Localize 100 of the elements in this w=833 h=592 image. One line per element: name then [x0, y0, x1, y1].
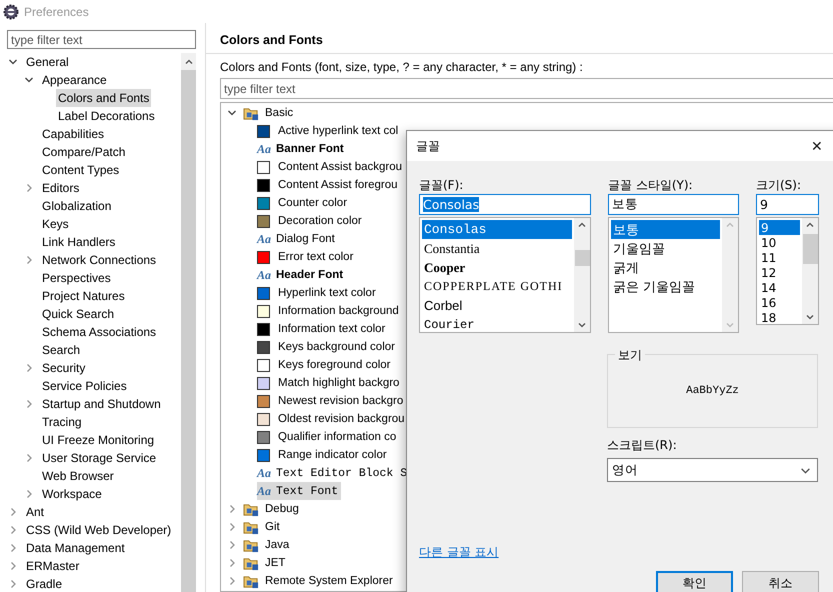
tree-item[interactable]: Security	[40, 359, 88, 377]
font-option[interactable]: COPPERPLATE GOTHI	[422, 277, 572, 296]
ok-button[interactable]: 확인	[656, 571, 733, 592]
style-field[interactable]: 보통	[608, 194, 739, 215]
tree-item[interactable]: Header Font	[276, 269, 344, 281]
expand-icon[interactable]	[8, 579, 18, 589]
tree-item[interactable]: JET	[263, 554, 288, 572]
tree-item[interactable]: Keys background color	[278, 341, 395, 353]
style-option[interactable]: 굵은 기울임꼴	[611, 277, 720, 296]
tree-item[interactable]: Editors	[40, 179, 82, 197]
expand-icon[interactable]	[227, 576, 237, 586]
tree-item[interactable]: Hyperlink text color	[278, 287, 376, 299]
tree-item[interactable]: Java	[263, 536, 292, 554]
tree-item[interactable]: Workspace	[40, 485, 104, 503]
style-option[interactable]: 굵게	[611, 258, 720, 277]
tree-item[interactable]: Decoration color	[278, 215, 362, 227]
cancel-button[interactable]: 취소	[742, 571, 819, 592]
tree-item[interactable]: Newest revision backgro	[278, 395, 404, 407]
tree-item[interactable]: Banner Font	[276, 143, 344, 155]
expand-icon[interactable]	[24, 399, 34, 409]
tree-item[interactable]: Content Assist backgrou	[278, 161, 402, 173]
script-dropdown[interactable]: 영어	[607, 458, 818, 482]
collapse-icon[interactable]	[8, 57, 18, 67]
tree-item[interactable]: Appearance	[40, 71, 109, 89]
size-option[interactable]: 12	[759, 265, 800, 280]
tree-item[interactable]: Link Handlers	[40, 233, 118, 251]
scroll-down-icon[interactable]	[577, 320, 587, 330]
expand-icon[interactable]	[227, 522, 237, 532]
tree-item[interactable]: Keys foreground color	[278, 359, 391, 371]
tree-item[interactable]: Network Connections	[40, 251, 158, 269]
expand-icon[interactable]	[8, 561, 18, 571]
expand-icon[interactable]	[24, 183, 34, 193]
tree-item[interactable]: Information background	[278, 305, 399, 317]
size-option[interactable]: 14	[759, 280, 800, 295]
tree-item[interactable]: Match highlight backgro	[278, 377, 400, 389]
tree-item[interactable]: Error text color	[278, 251, 354, 263]
tree-item[interactable]: UI Freeze Monitoring	[40, 431, 156, 449]
tree-item[interactable]: Tracing	[40, 413, 84, 431]
font-field[interactable]: Consolas	[419, 194, 591, 215]
expand-icon[interactable]	[227, 558, 237, 568]
font-option[interactable]: Constantia	[422, 239, 572, 258]
tree-item[interactable]: ERMaster	[24, 557, 82, 575]
tree-item[interactable]: General	[24, 53, 71, 71]
scroll-thumb[interactable]	[802, 234, 818, 264]
size-option[interactable]: 9	[759, 220, 800, 235]
style-option[interactable]: 보통	[611, 220, 720, 239]
tree-item[interactable]: Perspectives	[40, 269, 113, 287]
filter-field[interactable]: type filter text	[7, 30, 196, 49]
scroll-thumb[interactable]	[574, 250, 590, 266]
tree-item[interactable]: Active hyperlink text col	[278, 125, 398, 137]
tree-item[interactable]: Content Types	[40, 161, 122, 179]
scrollbar[interactable]	[802, 218, 818, 324]
expand-icon[interactable]	[24, 363, 34, 373]
tree-item[interactable]: Startup and Shutdown	[40, 395, 163, 413]
font-option[interactable]: Consolas	[422, 220, 572, 239]
scroll-down-icon[interactable]	[805, 312, 815, 322]
font-option[interactable]: Cooper	[422, 258, 572, 277]
tree-item[interactable]: Remote System Explorer	[263, 572, 395, 590]
tree-item[interactable]: Label Decorations	[56, 107, 157, 125]
tree-item[interactable]: Dialog Font	[276, 233, 335, 245]
tree-item[interactable]: Globalization	[40, 197, 114, 215]
tree-item[interactable]: Gradle	[24, 575, 64, 592]
tree-item[interactable]: Counter color	[278, 197, 348, 209]
size-option[interactable]: 16	[759, 295, 800, 310]
font-option[interactable]: Courier	[422, 315, 572, 332]
tree-item[interactable]: Colors and Fonts	[56, 89, 152, 107]
tree-item[interactable]: Quick Search	[40, 305, 116, 323]
tree-item[interactable]: Compare/Patch	[40, 143, 128, 161]
tree-item[interactable]: Content Assist foregrou	[278, 179, 398, 191]
expand-icon[interactable]	[8, 525, 18, 535]
tree-item[interactable]: Ant	[24, 503, 46, 521]
tree-item[interactable]: User Storage Service	[40, 449, 158, 467]
tree-item[interactable]: Keys	[40, 215, 71, 233]
expand-icon[interactable]	[24, 489, 34, 499]
tree-item[interactable]: Range indicator color	[278, 449, 387, 461]
font-option[interactable]: Corbel	[422, 296, 572, 315]
scrollbar[interactable]	[574, 218, 590, 332]
tree-item[interactable]: Qualifier information co	[278, 431, 396, 443]
size-option[interactable]: 10	[759, 235, 800, 250]
tree-item[interactable]: Git	[263, 518, 282, 536]
expand-icon[interactable]	[24, 453, 34, 463]
tree-item[interactable]: Schema Associations	[40, 323, 158, 341]
tree-item[interactable]: Capabilities	[40, 125, 106, 143]
expand-icon[interactable]	[227, 540, 237, 550]
tree-item[interactable]: Search	[40, 341, 82, 359]
expand-icon[interactable]	[8, 507, 18, 517]
scrollbar[interactable]	[181, 53, 196, 592]
tree-item[interactable]: Oldest revision backgrou	[278, 413, 405, 425]
more-fonts-link[interactable]: 다른 글꼴 표시	[419, 544, 607, 561]
style-option[interactable]: 기울임꼴	[611, 239, 720, 258]
tree-item[interactable]: Data Management	[24, 539, 127, 557]
tree-item[interactable]: Basic	[263, 104, 296, 122]
size-option[interactable]: 18	[759, 310, 800, 324]
collapse-icon[interactable]	[24, 75, 34, 85]
tree-item[interactable]: Debug	[263, 500, 301, 518]
collapse-icon[interactable]	[227, 108, 237, 118]
tree-item[interactable]: Service Policies	[40, 377, 129, 395]
tree-item[interactable]: Project Natures	[40, 287, 127, 305]
size-field[interactable]: 9	[756, 194, 819, 215]
tree-item[interactable]: CSS (Wild Web Developer)	[24, 521, 174, 539]
